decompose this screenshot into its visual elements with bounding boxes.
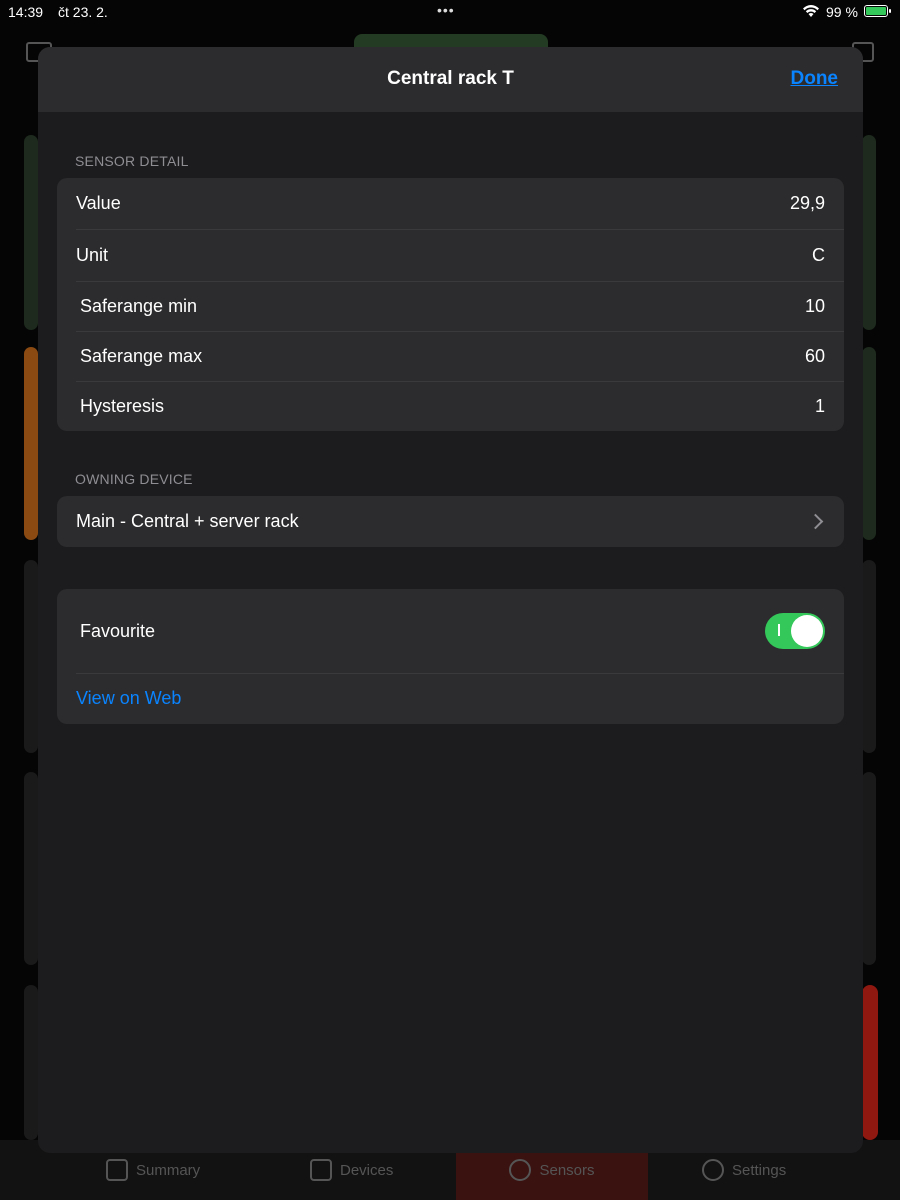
sensor-detail-sheet: Central rack T Done SENSOR DETAIL Value … [38, 47, 863, 1153]
status-time: 14:39 [8, 4, 44, 20]
status-bar: 14:39 čt 23. 2. ••• 99 % [0, 0, 900, 26]
row-label: Hysteresis [80, 395, 165, 416]
multitasking-dots[interactable]: ••• [437, 2, 455, 18]
favourite-label: Favourite [80, 620, 156, 641]
detail-row-saferange-max: Saferange max 60 [57, 331, 844, 381]
battery-percentage: 99 % [826, 4, 858, 20]
background-card [24, 135, 38, 330]
sheet-title: Central rack T [387, 68, 514, 89]
tab-label: Devices [340, 1161, 394, 1179]
background-card [24, 772, 38, 965]
document-chart-icon [106, 1159, 128, 1181]
background-card [862, 135, 876, 330]
toggle-knob [791, 615, 823, 647]
row-label: Unit [76, 244, 109, 265]
background-card [862, 772, 876, 965]
battery-icon [864, 5, 891, 17]
toggle-on-mark [778, 624, 780, 636]
done-button[interactable]: Done [791, 68, 839, 90]
background-card [24, 560, 38, 753]
row-value: 10 [804, 295, 825, 316]
background-card [862, 560, 876, 753]
row-value: 60 [804, 345, 825, 366]
section-label-sensor-detail: SENSOR DETAIL [75, 153, 189, 169]
owning-device-row[interactable]: Main - Central + server rack [57, 496, 844, 547]
detail-row-value: Value 29,9 [57, 178, 844, 229]
row-label: Saferange min [80, 295, 198, 316]
tab-label: Summary [136, 1161, 201, 1179]
section-label-owning-device: OWNING DEVICE [75, 471, 193, 487]
favourite-row: Favourite [57, 589, 844, 673]
tab-label: Settings [732, 1161, 787, 1179]
chevron-right-icon [807, 513, 824, 530]
wifi-icon [803, 5, 819, 17]
detail-row-unit: Unit C [57, 229, 844, 281]
detail-row-saferange-min: Saferange min 10 [57, 281, 844, 331]
row-value: C [812, 244, 825, 265]
sensor-detail-group: Value 29,9 Unit C Saferange min 10 Safer… [57, 178, 844, 431]
detail-row-hysteresis: Hysteresis 1 [57, 381, 844, 431]
actions-group: Favourite View on Web [57, 589, 844, 724]
owning-device-group: Main - Central + server rack [57, 496, 844, 547]
row-value: 1 [814, 395, 825, 416]
row-label: Value [76, 193, 121, 213]
background-card [24, 985, 38, 1140]
background-card [862, 985, 878, 1140]
status-date: čt 23. 2. [58, 4, 108, 20]
background-card [24, 347, 38, 540]
row-value: 29,9 [789, 193, 825, 213]
pulse-icon [509, 1159, 532, 1181]
favourite-toggle[interactable] [765, 613, 825, 649]
gear-icon [702, 1159, 724, 1181]
tab-label: Sensors [539, 1161, 595, 1179]
row-label: Saferange max [80, 345, 203, 366]
server-rack-icon [310, 1159, 332, 1181]
view-on-web-link[interactable]: View on Web [76, 688, 181, 709]
sheet-header: Central rack T Done [38, 47, 863, 112]
device-name: Main - Central + server rack [76, 511, 299, 531]
view-on-web-row[interactable]: View on Web [57, 673, 844, 724]
background-card [862, 347, 876, 540]
